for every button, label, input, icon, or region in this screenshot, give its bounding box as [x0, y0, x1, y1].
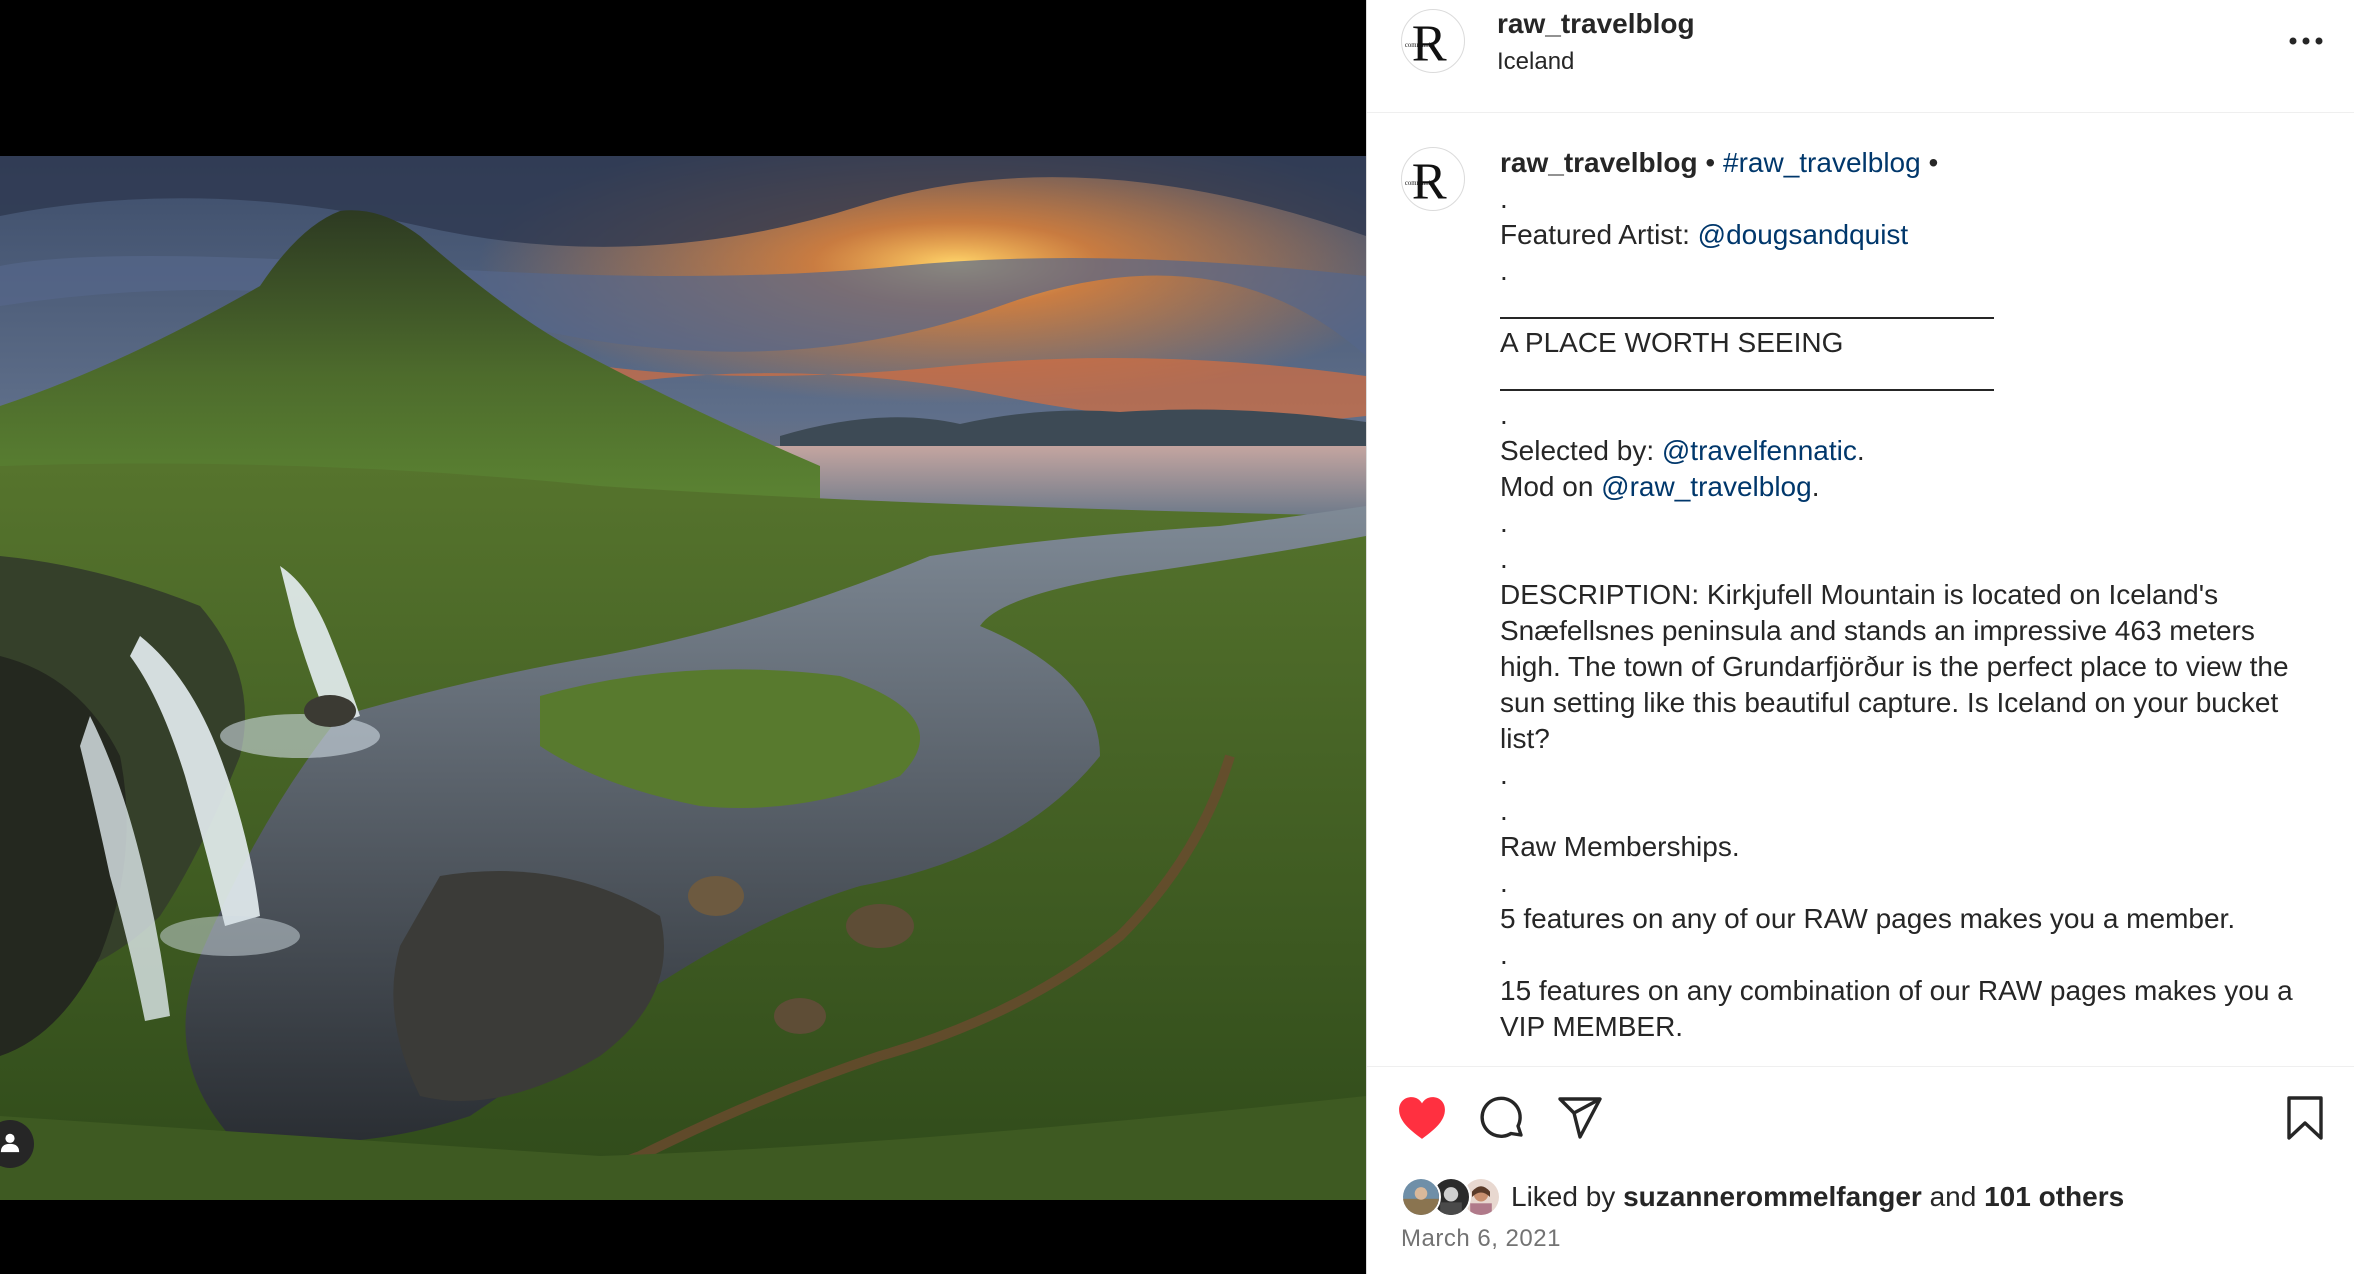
selected-by-line: Selected by: @travelfennatic. — [1500, 433, 2320, 469]
svg-text:community: community — [1405, 180, 1436, 187]
period: . — [1856, 435, 1865, 466]
liked-by-row: Liked by suzannerommelfanger and 101 oth… — [1401, 1175, 2124, 1219]
bookmark-icon — [2285, 1095, 2325, 1146]
heart-filled-icon — [1397, 1095, 1447, 1146]
share-button[interactable] — [1553, 1093, 1607, 1147]
header-location[interactable]: Iceland — [1497, 48, 1574, 76]
separator: • — [1920, 147, 1939, 178]
divider-rule — [1500, 289, 1994, 325]
post-media — [0, 0, 1366, 1274]
liker-avatars[interactable] — [1401, 1177, 1505, 1217]
dot-line: . — [1500, 507, 1508, 538]
comment-button[interactable] — [1475, 1093, 1529, 1147]
period: . — [1811, 471, 1820, 502]
post-photo[interactable] — [0, 156, 1366, 1200]
dot-line: . — [1500, 183, 1508, 214]
dot-line: . — [1500, 543, 1508, 574]
mod-label: Mod on — [1500, 471, 1602, 502]
vip-rule-text: 15 features on any combination of our RA… — [1500, 975, 2301, 1042]
avatar[interactable]: R community — [1401, 9, 1465, 73]
selected-by-link[interactable]: @travelfennatic — [1662, 435, 1857, 466]
dot-line: . — [1500, 399, 1508, 430]
comment-icon — [1478, 1094, 1526, 1147]
caption-text: raw_travelblog • #raw_travelblog • . Fea… — [1500, 145, 2320, 1045]
caption-heading: A PLACE WORTH SEEING — [1500, 327, 1844, 358]
header-username[interactable]: raw_travelblog — [1497, 8, 1695, 40]
liked-by-middle: and — [1921, 1181, 1985, 1212]
raw-community-logo: R community — [1405, 14, 1447, 72]
others-link[interactable]: 101 others — [1984, 1181, 2124, 1212]
dot-line: . — [1500, 795, 1508, 826]
liked-by-text: Liked by suzannerommelfanger and 101 oth… — [1511, 1181, 2124, 1213]
avatar — [1401, 1177, 1441, 1217]
more-horizontal-icon — [2288, 33, 2324, 51]
dot-line: . — [1500, 939, 1508, 970]
selected-label: Selected by: — [1500, 435, 1662, 466]
caption-username[interactable]: raw_travelblog — [1500, 147, 1698, 178]
post-actions: Liked by suzannerommelfanger and 101 oth… — [1367, 1066, 2354, 1274]
description-paragraph: DESCRIPTION: Kirkjufell Mountain is loca… — [1500, 579, 2297, 754]
featured-artist-link[interactable]: @dougsandquist — [1698, 219, 1909, 250]
divider-rule — [1500, 361, 1994, 397]
member-rule-text: 5 features on any of our RAW pages makes… — [1500, 903, 2236, 934]
dot-line: . — [1500, 867, 1508, 898]
separator: • — [1697, 147, 1724, 178]
caption-first-line: raw_travelblog • #raw_travelblog • — [1500, 145, 2320, 181]
like-button[interactable] — [1395, 1093, 1449, 1147]
memberships-heading: Raw Memberships. — [1500, 831, 1740, 862]
landscape-photo — [0, 156, 1366, 1200]
person-icon — [0, 1131, 21, 1158]
caption-section: R community raw_travelblog • #raw_travel… — [1367, 114, 2354, 1066]
featured-label: Featured Artist: — [1500, 219, 1698, 250]
hashtag-link[interactable]: #raw_travelblog — [1723, 147, 1921, 178]
svg-text:community: community — [1405, 42, 1436, 49]
save-button[interactable] — [2278, 1093, 2332, 1147]
liked-by-prefix: Liked by — [1511, 1181, 1624, 1212]
liker-username[interactable]: suzannerommelfanger — [1623, 1181, 1922, 1212]
post-date[interactable]: March 6, 2021 — [1401, 1225, 1561, 1253]
mod-link[interactable]: @raw_travelblog — [1601, 471, 1812, 502]
post-header: R community raw_travelblog Iceland — [1367, 0, 2354, 113]
dot-line: . — [1500, 759, 1508, 790]
post-details-panel: R community raw_travelblog Iceland R com… — [1366, 0, 2354, 1274]
more-options-button[interactable] — [2284, 24, 2328, 60]
caption-avatar[interactable]: R community — [1401, 147, 1465, 211]
featured-artist-line: Featured Artist: @dougsandquist — [1500, 217, 2320, 253]
paper-plane-icon — [1556, 1094, 1604, 1147]
dot-line: . — [1500, 255, 1508, 286]
mod-line: Mod on @raw_travelblog. — [1500, 469, 2320, 505]
raw-community-logo: R community — [1405, 152, 1447, 210]
